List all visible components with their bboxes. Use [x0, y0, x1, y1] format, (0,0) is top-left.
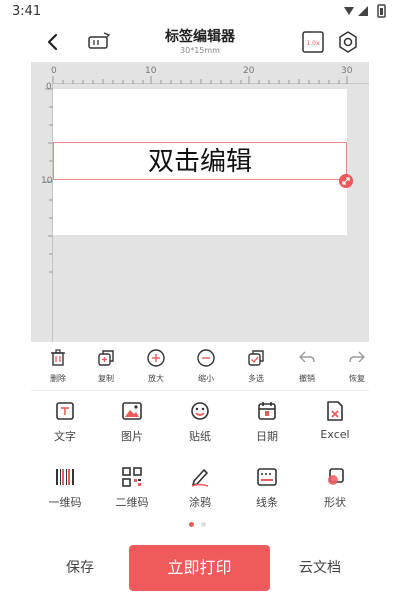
- cloud-docs-button[interactable]: 云文档: [290, 555, 350, 581]
- insert-barcode-label: 一维码: [48, 496, 82, 509]
- text-element-content: 双击编辑: [147, 147, 252, 177]
- insert-doodle-button[interactable]: 涂鸦: [166, 466, 234, 516]
- redo-button[interactable]: 恢复: [337, 346, 377, 388]
- undo-button[interactable]: 撤销: [287, 346, 327, 388]
- insert-qrcode-button[interactable]: 二维码: [98, 466, 166, 516]
- page-dot-active: [189, 522, 194, 527]
- insert-grid: 文字 图片 贴纸 日期 Excel 一维码 二维码 涂鸦 线条 形状: [31, 400, 369, 520]
- text-element[interactable]: 双击编辑: [53, 142, 347, 180]
- insert-qrcode-label: 二维码: [115, 496, 149, 509]
- insert-date-button[interactable]: 日期: [233, 400, 301, 450]
- calendar-icon: [258, 402, 276, 420]
- multi-select-button[interactable]: 多选: [236, 346, 276, 388]
- delete-label: 删除: [50, 374, 66, 383]
- insert-text-label: 文字: [54, 430, 76, 443]
- bottom-action-bar: 保存 立即打印 云文档: [0, 545, 400, 591]
- ruler-tick-label: 30: [341, 66, 353, 76]
- insert-shape-button[interactable]: 形状: [301, 466, 369, 516]
- insert-line-button[interactable]: 线条: [233, 466, 301, 516]
- wifi-icon: [344, 7, 354, 15]
- top-bar: 标签编辑器 30*15mm 1.0x: [0, 22, 400, 62]
- zoom-out-label: 缩小: [198, 374, 214, 383]
- print-now-button[interactable]: 立即打印: [129, 545, 270, 591]
- page-indicator: [189, 522, 211, 528]
- undo-label: 撤销: [299, 374, 315, 383]
- zoom-preview-icon: 1.0x: [302, 31, 324, 53]
- status-icons: [344, 4, 386, 18]
- multi-select-label: 多选: [248, 374, 264, 383]
- copy-label: 复制: [98, 374, 114, 383]
- insert-barcode-button[interactable]: 一维码: [31, 466, 99, 516]
- undo-icon: [299, 351, 315, 363]
- edit-toolbar: 删除 复制 放大 缩小 多选 撤销 恢复: [31, 346, 369, 388]
- status-time: 3:41: [12, 4, 42, 19]
- shape-icon: [328, 468, 344, 485]
- insert-date-label: 日期: [256, 430, 278, 443]
- zoom-preview-button[interactable]: 1.0x: [302, 31, 324, 53]
- copy-button[interactable]: 复制: [86, 346, 126, 388]
- barcode-icon: [56, 469, 74, 485]
- ruler-left: [45, 84, 53, 342]
- sticker-icon: [191, 402, 209, 420]
- status-bar: 3:41: [0, 0, 400, 22]
- pen-icon: [191, 469, 209, 487]
- insert-doodle-label: 涂鸦: [189, 496, 211, 509]
- zoom-out-button[interactable]: 缩小: [186, 346, 226, 388]
- copy-icon: [98, 350, 114, 366]
- insert-line-label: 线条: [256, 496, 278, 509]
- redo-icon: [349, 351, 365, 363]
- page-dot[interactable]: [201, 522, 206, 527]
- editor-canvas[interactable]: 0 10 20 30 0 10 双击编辑: [31, 62, 369, 342]
- insert-sticker-button[interactable]: 贴纸: [166, 400, 234, 450]
- ruler-tick-label: 0: [51, 66, 57, 76]
- redo-label: 恢复: [349, 374, 365, 383]
- insert-text-button[interactable]: 文字: [31, 400, 99, 450]
- insert-image-label: 图片: [121, 430, 143, 443]
- zoom-badge: 1.0x: [306, 40, 320, 47]
- toolbar-divider: [31, 390, 369, 391]
- resize-handle-icon[interactable]: [339, 174, 353, 188]
- zoom-in-button[interactable]: 放大: [136, 346, 176, 388]
- ruler-tick-label: 10: [145, 66, 157, 76]
- signal-icon: [358, 6, 368, 16]
- save-button[interactable]: 保存: [50, 555, 110, 581]
- qrcode-icon: [122, 467, 142, 487]
- image-icon: [122, 402, 142, 420]
- insert-sticker-label: 贴纸: [189, 430, 211, 443]
- insert-excel-label: Excel: [320, 428, 350, 441]
- trash-icon: [51, 349, 65, 366]
- back-arrow-icon[interactable]: [40, 28, 68, 56]
- page-title: 标签编辑器: [165, 29, 235, 45]
- insert-image-button[interactable]: 图片: [98, 400, 166, 450]
- ruler-tick-label: 0: [46, 82, 52, 92]
- insert-shape-label: 形状: [324, 496, 346, 509]
- settings-gear-icon[interactable]: [336, 30, 360, 54]
- text-icon: [56, 402, 74, 420]
- ruler-top: [52, 76, 369, 84]
- line-icon: [257, 468, 277, 486]
- label-size: 30*15mm: [180, 46, 220, 55]
- zoom-out-icon: [197, 349, 215, 367]
- excel-file-icon: [327, 401, 343, 421]
- zoom-in-label: 放大: [148, 374, 164, 383]
- zoom-in-icon: [147, 349, 165, 367]
- multi-select-icon: [248, 350, 264, 366]
- printer-connect-icon[interactable]: [86, 30, 112, 54]
- ruler-tick-label: 10: [41, 176, 53, 186]
- ruler-tick-label: 20: [243, 66, 255, 76]
- delete-button[interactable]: 删除: [38, 346, 78, 388]
- insert-excel-button[interactable]: Excel: [301, 400, 369, 450]
